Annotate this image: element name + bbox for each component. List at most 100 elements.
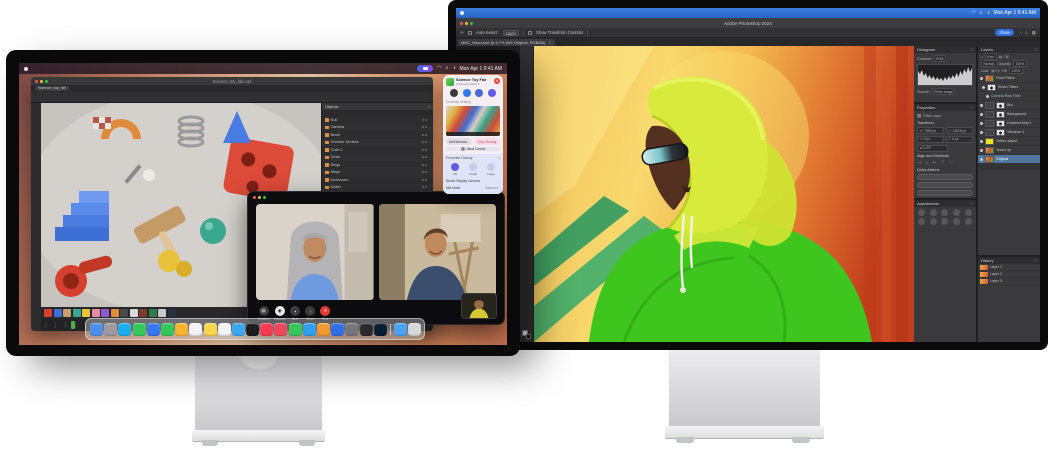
dock-app-icon[interactable] [189, 323, 202, 336]
layer-row[interactable]: Gradient Map 1 [978, 119, 1040, 128]
auto-select-dropdown[interactable]: Layer [503, 30, 519, 36]
window-controls[interactable] [253, 196, 266, 199]
quick-action-button[interactable] [917, 190, 973, 197]
control-center-icon[interactable]: ◑ [452, 66, 455, 71]
object-toggles[interactable]: · [422, 163, 430, 167]
object-row[interactable]: Rings · [322, 161, 433, 169]
overlay-option-icon[interactable] [469, 163, 477, 171]
dock-app-icon[interactable] [118, 323, 131, 336]
window-controls[interactable] [460, 22, 473, 25]
layer-visibility-icon[interactable] [980, 140, 983, 143]
dock-app-icon[interactable] [374, 323, 387, 336]
material-swatch[interactable] [101, 309, 109, 317]
wifi-icon[interactable]: ◠ [971, 11, 975, 16]
self-view-tile[interactable] [461, 293, 497, 319]
layer-visibility-icon[interactable] [980, 122, 983, 125]
object-row[interactable]: Mallet · [322, 184, 433, 192]
adjustment-icon[interactable] [965, 218, 972, 225]
transform-section-label[interactable]: Transform [917, 121, 973, 125]
dock-app-icon[interactable] [274, 323, 287, 336]
shared-screen-thumbnail[interactable] [446, 106, 500, 136]
photoshop-canvas[interactable] [534, 46, 914, 342]
object-row[interactable]: Mushroom · [322, 176, 433, 184]
align-top-icon[interactable]: ⊤ [941, 160, 945, 166]
close-tab-icon[interactable]: ✕ [548, 40, 551, 45]
search-icon[interactable]: ⌕ [980, 11, 983, 16]
quick-action-button[interactable] [917, 174, 973, 181]
adjustment-icon[interactable] [930, 209, 937, 216]
facetime-control-icon[interactable]: ↑ [305, 306, 315, 316]
layer-visibility-icon[interactable] [980, 104, 983, 107]
material-swatch[interactable] [44, 309, 52, 317]
object-toggles[interactable]: · [422, 185, 430, 189]
layer-visibility-icon[interactable] [980, 131, 983, 134]
wifi-icon[interactable]: ◠ [437, 66, 441, 71]
shareplay-action-button[interactable] [488, 89, 496, 97]
layer-row[interactable]: Original [978, 155, 1040, 164]
facetime-control-icon[interactable]: ✕ [320, 306, 330, 316]
panel-menu-icon[interactable]: ≡ [1035, 258, 1037, 263]
material-swatch[interactable] [73, 309, 81, 317]
overlay-option-icon[interactable] [451, 163, 459, 171]
panel-menu-icon[interactable]: ≡ [971, 201, 973, 206]
adjustment-icon[interactable] [930, 218, 937, 225]
layer-visibility-icon[interactable] [986, 95, 989, 98]
align-right-icon[interactable]: ⊢ [933, 160, 937, 166]
layer-row[interactable]: Vibrance 1 [978, 128, 1040, 137]
show-transform-checkbox[interactable] [528, 31, 532, 35]
camera-row[interactable]: Studio Display Camera › [446, 178, 500, 183]
angle-field[interactable]: ∠ 0.00° [917, 145, 948, 152]
material-swatch[interactable] [158, 309, 166, 317]
history-row[interactable]: Layer 2 [978, 271, 1040, 278]
apple-menu-icon[interactable] [24, 67, 28, 71]
color-swatches[interactable] [522, 330, 531, 339]
auto-select-checkbox[interactable] [468, 31, 472, 35]
overlay-option[interactable]: Off [451, 163, 459, 176]
material-swatch[interactable] [120, 309, 128, 317]
material-swatch[interactable] [149, 309, 157, 317]
object-toggles[interactable]: · [422, 118, 430, 122]
object-row[interactable]: Null · [322, 116, 433, 124]
object-toggles[interactable]: · [422, 170, 430, 174]
panel-menu-icon[interactable]: ≡ [1035, 47, 1037, 52]
layer-row[interactable]: Blur [978, 101, 1040, 110]
object-row[interactable]: Cloth 2 · [322, 146, 433, 154]
panel-menu-icon[interactable]: ≡ [971, 47, 973, 52]
dock-app-icon[interactable] [175, 323, 188, 336]
window-controls[interactable] [35, 80, 48, 83]
object-toggles[interactable]: · [422, 178, 430, 182]
adjustment-icon[interactable] [953, 218, 960, 225]
transform-field[interactable]: X: 0 px [917, 136, 944, 143]
filter-icons[interactable]: ▦◐T◧ [999, 55, 1010, 59]
object-toggles[interactable]: · [422, 140, 430, 144]
shareplay-action-button[interactable] [475, 89, 483, 97]
object-toggles[interactable]: · [422, 125, 430, 129]
layer-row[interactable]: Yellow adjust [978, 137, 1040, 146]
transform-field[interactable]: Y: 0 px [946, 136, 973, 143]
overlay-option[interactable]: Small [469, 163, 477, 176]
video-tile-participant-1[interactable] [256, 204, 374, 300]
object-toggles[interactable]: · [422, 155, 430, 159]
search-icon[interactable]: ⌕ [981, 55, 983, 59]
dock-app-icon[interactable] [408, 323, 421, 336]
transform-field[interactable]: H: 10618 px [946, 127, 973, 134]
dock-app-icon[interactable] [289, 323, 302, 336]
layer-visibility-icon[interactable] [980, 158, 983, 161]
layer-filter-select[interactable]: Kind [985, 53, 997, 60]
facetime-control-icon[interactable]: ▤ [259, 306, 269, 316]
layer-visibility-icon[interactable] [980, 149, 983, 152]
dock-app-icon[interactable] [161, 323, 174, 336]
distribute-icon[interactable]: ⋯ [949, 160, 954, 166]
object-row[interactable]: Bevel · [322, 131, 433, 139]
apple-menu-icon[interactable] [460, 11, 464, 15]
material-swatch[interactable] [63, 309, 71, 317]
overlay-option[interactable]: Large [487, 163, 495, 176]
adjustment-icon[interactable] [941, 209, 948, 216]
object-row[interactable]: Camera · [322, 124, 433, 132]
panel-options-icon[interactable]: ≡ [428, 105, 430, 109]
adjustment-icon[interactable] [918, 218, 925, 225]
blend-mode-select[interactable]: Normal [981, 60, 997, 67]
control-center-icon[interactable]: ◑ [986, 11, 989, 16]
bell-icon[interactable]: ◔ [1018, 30, 1021, 35]
dock-app-icon[interactable] [204, 323, 217, 336]
